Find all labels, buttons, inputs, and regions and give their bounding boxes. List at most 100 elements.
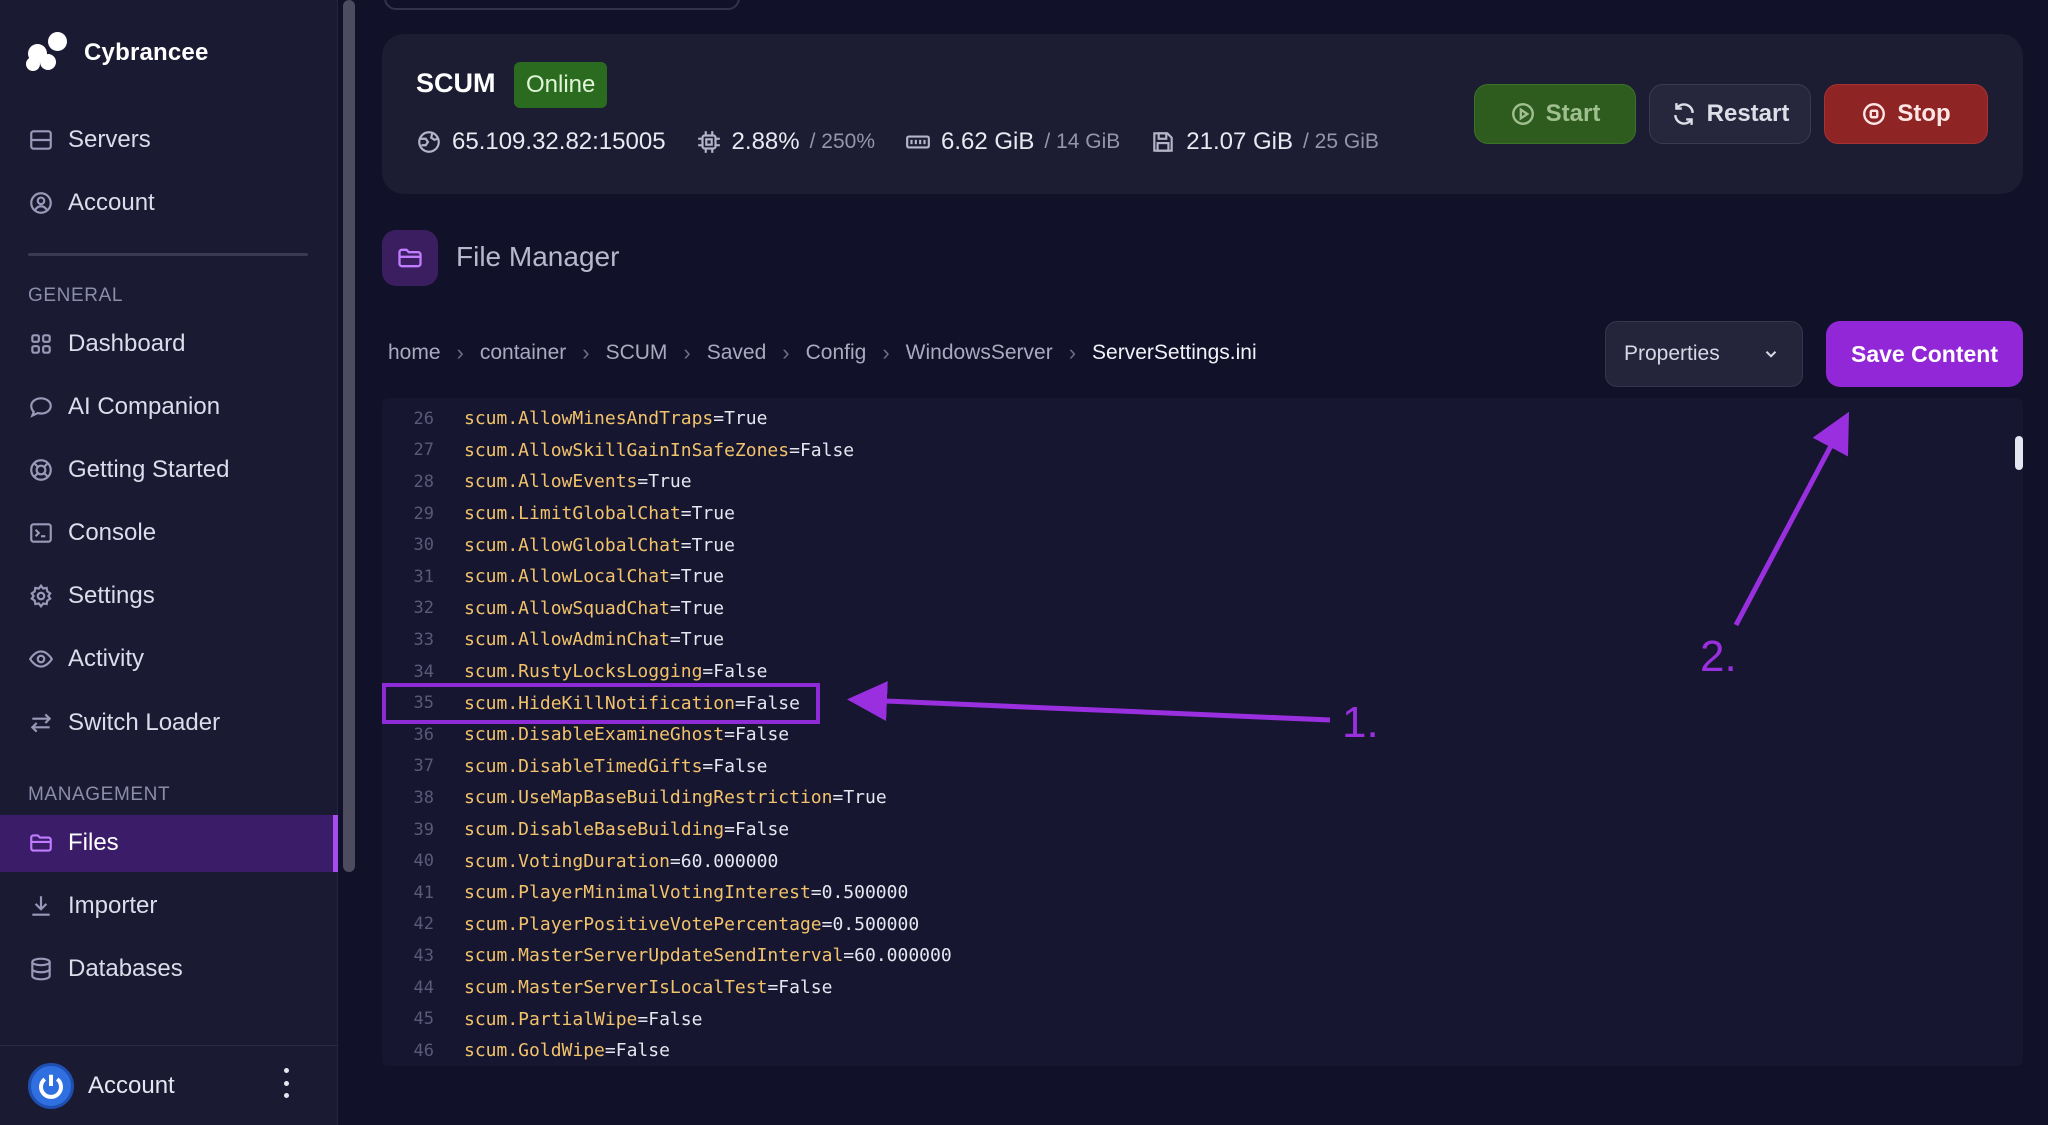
setting-value: True bbox=[691, 503, 735, 525]
code-line[interactable]: 45 scum.PartialWipe=False bbox=[382, 1003, 703, 1035]
start-button[interactable]: Start bbox=[1474, 84, 1636, 144]
code-line[interactable]: 41 scum.PlayerMinimalVotingInterest=0.500… bbox=[382, 877, 909, 909]
sidebar-item-settings[interactable]: Settings bbox=[28, 574, 155, 618]
server-stats: 65.109.32.82:15005 2.88% / 250% 6.62 GiB… bbox=[416, 128, 1379, 156]
chevron-right-icon: › bbox=[782, 340, 790, 365]
equals-sign: = bbox=[669, 597, 681, 619]
save-content-button[interactable]: Save Content bbox=[1826, 321, 2023, 387]
account-footer[interactable]: Account bbox=[0, 1045, 338, 1125]
code-line[interactable]: 37 scum.DisableTimedGifts=False bbox=[382, 751, 768, 783]
code-line[interactable]: 39 scum.DisableBaseBuilding=False bbox=[382, 814, 790, 846]
breadcrumb-item[interactable]: SCUM bbox=[606, 341, 668, 365]
code-editor[interactable]: 26 scum.AllowMinesAndTraps=True 27 scum.All… bbox=[382, 398, 2023, 1066]
equals-sign: = bbox=[669, 629, 681, 651]
terminal-icon bbox=[30, 523, 52, 543]
stat-cpu: 2.88% / 250% bbox=[696, 128, 875, 156]
code-text: scum.AllowLocalChat=True bbox=[464, 566, 724, 587]
sidebar-item-activity[interactable]: Activity bbox=[28, 637, 144, 681]
sidebar-scrollbar[interactable] bbox=[343, 0, 355, 872]
refresh-icon bbox=[1673, 103, 1694, 125]
equals-sign: = bbox=[724, 819, 735, 841]
sidebar-item-label: Switch Loader bbox=[68, 709, 221, 736]
code-text: scum.GoldWipe=False bbox=[464, 1040, 670, 1061]
setting-value: True bbox=[680, 629, 725, 651]
setting-value: False bbox=[648, 1008, 703, 1030]
line-number: 38 bbox=[413, 787, 434, 808]
code-line[interactable]: 32 scum.AllowSquadChat=True bbox=[382, 593, 725, 625]
sidebar-item-ai-companion[interactable]: AI Companion bbox=[28, 385, 220, 429]
chevron-right-icon: › bbox=[1068, 340, 1077, 365]
sidebar-item-console[interactable]: Console bbox=[28, 511, 156, 555]
user-circle-icon bbox=[30, 192, 52, 214]
stat-address: 65.109.32.82:15005 bbox=[416, 128, 666, 156]
setting-value: False bbox=[734, 724, 790, 746]
code-text: scum.AllowSquadChat=True bbox=[464, 598, 724, 619]
code-line[interactable]: 43 scum.MasterServerUpdateSendInterval=60… bbox=[382, 940, 952, 972]
editor-scrollbar[interactable] bbox=[2015, 436, 2023, 470]
sidebar-item-databases[interactable]: Databases bbox=[28, 947, 183, 991]
breadcrumb-current-file: ServerSettings.ini bbox=[1092, 341, 1257, 364]
sidebar-item-label: Servers bbox=[68, 126, 151, 153]
code-line[interactable]: 40 scum.VotingDuration=60.000000 bbox=[382, 845, 779, 877]
equals-sign: = bbox=[789, 439, 800, 461]
cpu-usage: 2.88% bbox=[731, 128, 800, 155]
more-options-icon[interactable] bbox=[282, 1068, 290, 1098]
breadcrumb-item[interactable]: Saved bbox=[707, 341, 767, 365]
setting-key: scum.DisableTimedGifts bbox=[464, 755, 703, 777]
breadcrumb-item[interactable]: WindowsServer bbox=[906, 341, 1053, 365]
sidebar-item-files[interactable]: Files bbox=[28, 821, 119, 865]
restart-button[interactable]: Restart bbox=[1649, 84, 1811, 144]
code-line[interactable]: 29 scum.LimitGlobalChat=True bbox=[382, 498, 735, 530]
section-general: GENERAL bbox=[28, 285, 124, 306]
line-number: 44 bbox=[413, 977, 434, 998]
breadcrumb-item[interactable]: home bbox=[388, 341, 441, 365]
disk-limit: / 25 GiB bbox=[1303, 130, 1379, 153]
play-circle-icon bbox=[1511, 103, 1534, 125]
top-panel-edge bbox=[384, 0, 740, 10]
save-disk-icon bbox=[1153, 132, 1174, 152]
restart-button-label: Restart bbox=[1706, 100, 1790, 127]
server-card: SCUM Online 65.109.32.82:15005 2.88% / 2… bbox=[382, 34, 2023, 194]
line-number: 36 bbox=[413, 724, 434, 745]
lifebuoy-icon bbox=[30, 459, 52, 481]
code-text: scum.DisableBaseBuilding=False bbox=[464, 819, 789, 840]
chevron-down-icon bbox=[1765, 351, 1777, 358]
sidebar-item-importer[interactable]: Importer bbox=[28, 884, 157, 928]
line-number: 43 bbox=[413, 945, 434, 966]
memory-icon bbox=[906, 135, 930, 149]
sidebar-item-dashboard[interactable]: Dashboard bbox=[28, 322, 185, 366]
stop-button[interactable]: Stop bbox=[1824, 84, 1988, 144]
server-address[interactable]: 65.109.32.82:15005 bbox=[452, 128, 666, 156]
code-line[interactable]: 33 scum.AllowAdminChat=True bbox=[382, 624, 725, 656]
setting-key: scum.VotingDuration bbox=[464, 850, 670, 872]
code-line[interactable]: 46 scum.GoldWipe=False bbox=[382, 1035, 670, 1066]
code-line[interactable]: 27 scum.AllowSkillGainInSafeZones=False bbox=[382, 435, 855, 467]
sidebar-item-servers[interactable]: Servers bbox=[28, 118, 151, 162]
brand[interactable]: Cybrancee bbox=[26, 32, 209, 74]
mode-select[interactable]: Properties bbox=[1605, 321, 1803, 387]
chevron-right-icon: › bbox=[456, 340, 464, 365]
code-line[interactable]: 30 scum.AllowGlobalChat=True bbox=[382, 529, 735, 561]
code-line[interactable]: 26 scum.AllowMinesAndTraps=True bbox=[382, 403, 768, 435]
memory-limit: / 14 GiB bbox=[1044, 130, 1121, 153]
setting-key: scum.DisableBaseBuilding bbox=[464, 819, 725, 841]
sidebar-item-account[interactable]: Account bbox=[28, 181, 155, 225]
equals-sign: = bbox=[669, 850, 681, 872]
chevron-right-icon: › bbox=[582, 340, 590, 365]
code-line[interactable]: 38 scum.UseMapBaseBuildingRestriction=Tru… bbox=[382, 782, 887, 814]
setting-key: scum.RustyLocksLogging bbox=[464, 661, 703, 683]
sidebar-item-switch-loader[interactable]: Switch Loader bbox=[28, 701, 220, 745]
code-line[interactable]: 28 scum.AllowEvents=True bbox=[382, 466, 692, 498]
breadcrumb-item[interactable]: Config bbox=[806, 341, 867, 365]
brand-name: Cybrancee bbox=[84, 39, 209, 66]
code-line[interactable]: 31 scum.AllowLocalChat=True bbox=[382, 561, 725, 593]
cpu-icon bbox=[697, 131, 720, 153]
code-line[interactable]: 44 scum.MasterServerIsLocalTest=False bbox=[382, 972, 833, 1004]
equals-sign: = bbox=[724, 724, 735, 746]
equals-sign: = bbox=[669, 566, 681, 588]
breadcrumb-item[interactable]: container bbox=[480, 341, 566, 365]
server-name: SCUM bbox=[416, 68, 496, 98]
code-line[interactable]: 42 scum.PlayerPositiveVotePercentage=0.50… bbox=[382, 909, 920, 941]
sidebar-item-getting-started[interactable]: Getting Started bbox=[28, 448, 229, 492]
swap-icon bbox=[30, 713, 52, 733]
